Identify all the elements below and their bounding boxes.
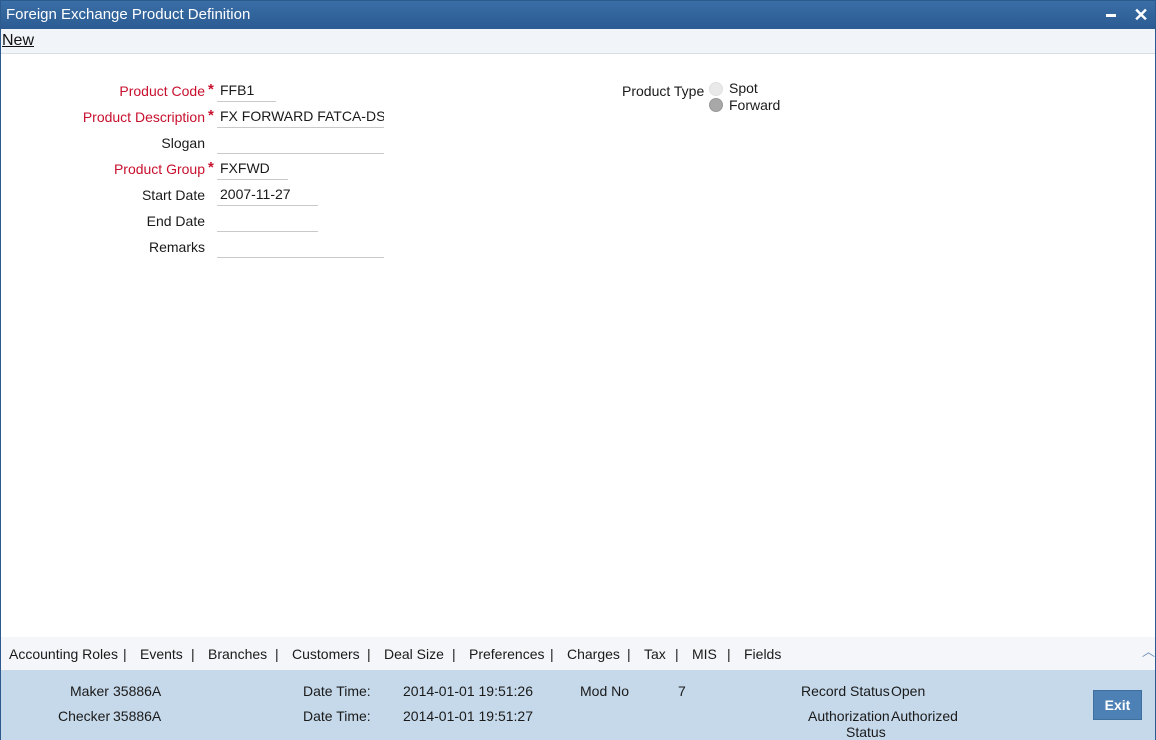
slogan-label: Slogan	[161, 135, 205, 151]
start-date-label: Start Date	[141, 187, 205, 203]
maker-value: 35886A	[113, 683, 162, 699]
tab-separator: |	[627, 646, 631, 662]
tab-preferences[interactable]: Preferences	[469, 646, 544, 662]
tab-separator: |	[675, 646, 679, 662]
tab-separator: |	[452, 646, 456, 662]
tab-separator: |	[191, 646, 195, 662]
exit-button[interactable]: Exit	[1093, 690, 1142, 720]
maker-date-time-label: Date Time:	[303, 683, 371, 699]
product-group-field[interactable]: FXFWD	[217, 158, 288, 180]
start-date-field[interactable]: 2007-11-27	[217, 184, 318, 206]
checker-value: 35886A	[113, 708, 162, 724]
checker-label: Checker	[58, 708, 111, 724]
product-code-label: Product Code	[119, 83, 205, 99]
new-link[interactable]: New	[2, 32, 34, 50]
tab-mis[interactable]: MIS	[692, 646, 717, 662]
tab-charges[interactable]: Charges	[567, 646, 620, 662]
checker-date-time-label: Date Time:	[303, 708, 371, 724]
minimize-icon[interactable]	[1100, 4, 1122, 26]
end-date-field[interactable]	[217, 210, 318, 232]
record-status-label: Record Status	[801, 683, 890, 699]
tab-deal-size[interactable]: Deal Size	[384, 646, 444, 662]
remarks-field[interactable]	[217, 236, 384, 258]
tab-separator: |	[727, 646, 731, 662]
record-status-value: Open	[891, 683, 926, 699]
mod-no-value: 7	[678, 683, 686, 699]
product-type-label: Product Type	[622, 83, 705, 99]
spot-radio-label: Spot	[729, 80, 758, 96]
maker-label: Maker	[70, 683, 109, 699]
end-date-label: End Date	[146, 213, 205, 229]
subsystem-tab-bar: Accounting Roles | Events | Branches | C…	[1, 637, 1155, 670]
authorization-status-value: Authorized	[891, 708, 958, 724]
menu-bar: New	[1, 29, 1155, 54]
tab-branches[interactable]: Branches	[208, 646, 267, 662]
audit-footer: Maker 35886A Checker 35886A Date Time: 2…	[1, 670, 1155, 740]
spot-radio[interactable]	[709, 82, 723, 96]
tab-separator: |	[275, 646, 279, 662]
required-marker: *	[208, 159, 214, 176]
forward-radio-label: Forward	[729, 97, 781, 113]
maker-date-time-value: 2014-01-01 19:51:26	[403, 683, 533, 699]
remarks-label: Remarks	[148, 239, 205, 255]
product-definition-window: Foreign Exchange Product Definition ✕ Ne…	[0, 0, 1156, 740]
product-description-label: Product Description	[82, 109, 205, 125]
required-marker: *	[208, 81, 214, 98]
product-description-field[interactable]: FX FORWARD FATCA-DSLI	[217, 106, 384, 128]
tab-tax[interactable]: Tax	[644, 646, 666, 662]
product-code-field[interactable]: FFB1	[217, 80, 276, 102]
tab-customers[interactable]: Customers	[292, 646, 360, 662]
tab-separator: |	[367, 646, 371, 662]
title-bar: Foreign Exchange Product Definition ✕	[1, 1, 1155, 29]
tab-separator: |	[550, 646, 554, 662]
authorization-status-label: Authorization	[808, 708, 890, 724]
forward-radio[interactable]	[709, 98, 723, 112]
chevron-up-icon[interactable]: ︿	[1142, 641, 1155, 660]
slogan-field[interactable]	[217, 132, 384, 154]
tab-accounting-roles[interactable]: Accounting Roles	[9, 646, 118, 662]
tab-separator: |	[123, 646, 127, 662]
required-marker: *	[208, 107, 214, 124]
tab-fields[interactable]: Fields	[744, 646, 781, 662]
window-title: Foreign Exchange Product Definition	[6, 6, 251, 23]
authorization-status-label-line2: Status	[846, 724, 886, 740]
checker-date-time-value: 2014-01-01 19:51:27	[403, 708, 533, 724]
mod-no-label: Mod No	[580, 683, 630, 699]
close-icon[interactable]: ✕	[1130, 4, 1152, 26]
tab-events[interactable]: Events	[140, 646, 183, 662]
product-group-label: Product Group	[113, 161, 205, 177]
